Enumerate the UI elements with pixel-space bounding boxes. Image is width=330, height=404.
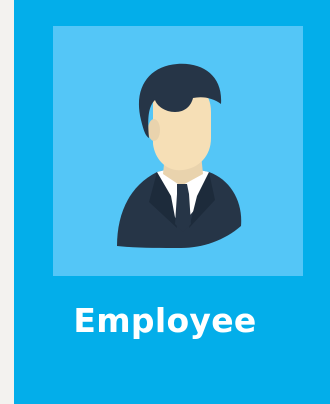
avatar-tile bbox=[53, 26, 303, 276]
employee-avatar-icon bbox=[117, 63, 242, 248]
card-label: Employee bbox=[73, 301, 257, 340]
employee-card[interactable]: Employee bbox=[14, 0, 330, 404]
